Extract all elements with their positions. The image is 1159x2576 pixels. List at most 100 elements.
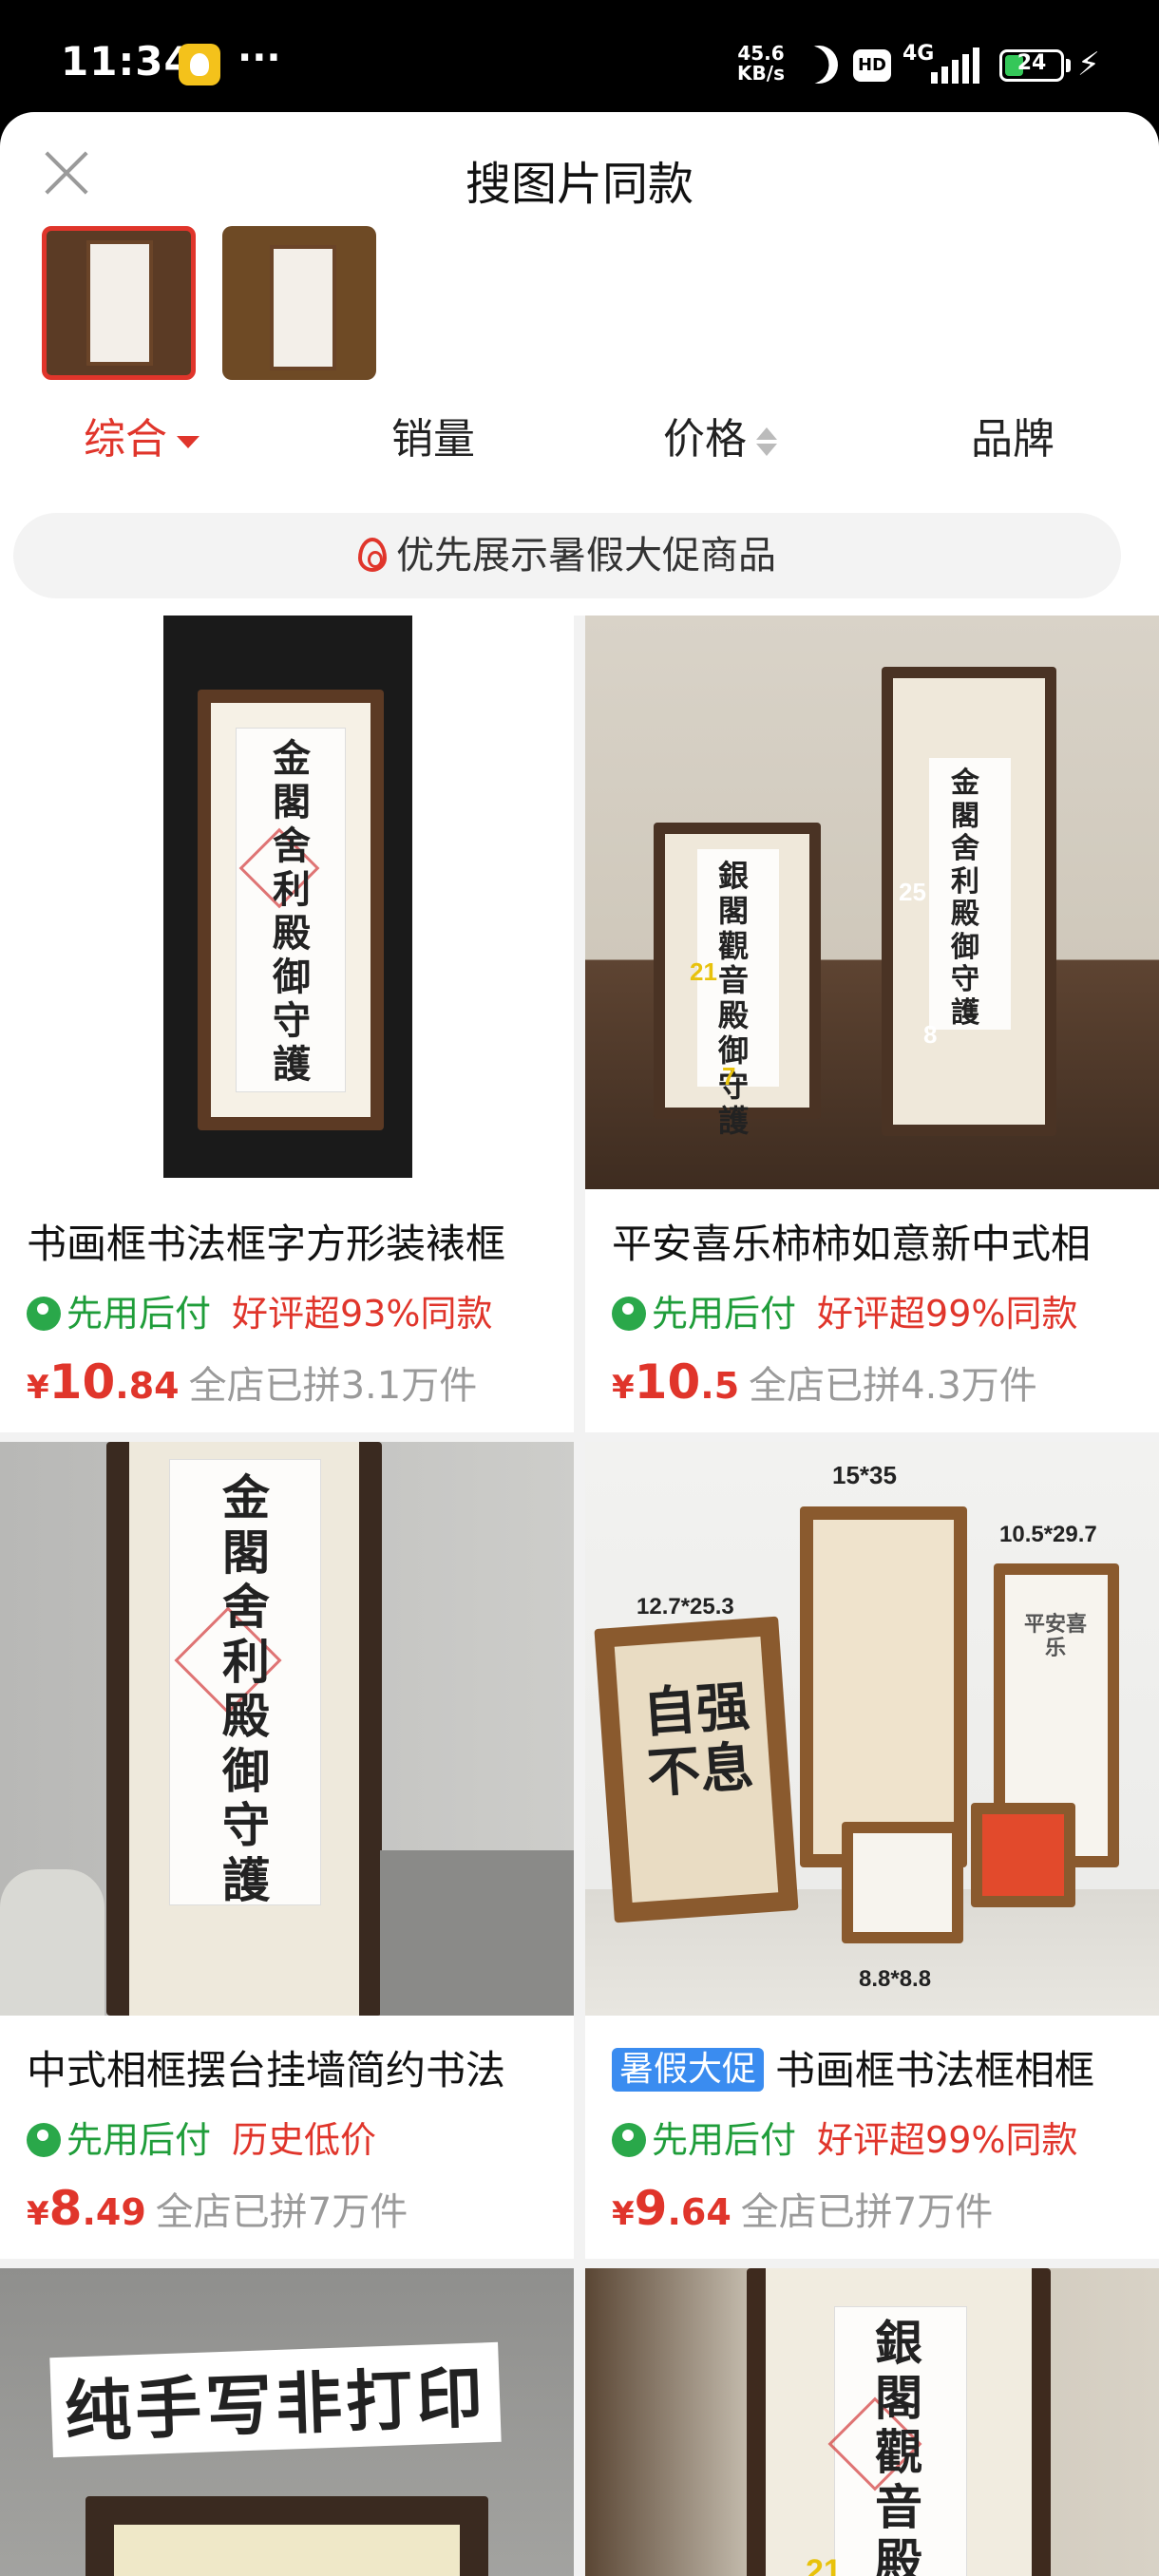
tab-label: 价格 bbox=[663, 415, 747, 464]
price-integer: 10 bbox=[48, 1354, 116, 1410]
sold-count: 全店已拼3.1万件 bbox=[188, 1364, 478, 1408]
tab-label: 销量 bbox=[391, 415, 475, 464]
pay-later-icon bbox=[612, 1297, 646, 1331]
price-integer: 10 bbox=[634, 1354, 701, 1410]
caret-down-icon bbox=[177, 435, 200, 448]
search-by-image-sheet: 搜图片同款 综合 销量 价格 品牌 优先展示暑假大促商品 金閣舍利殿御守護 书画… bbox=[0, 112, 1159, 2576]
price-row: ¥10.5 全店已拼4.3万件 bbox=[612, 1354, 1037, 1410]
price-currency: ¥ bbox=[612, 2195, 635, 2233]
frame-mat bbox=[853, 1833, 952, 1932]
size-label: 8.8*8.8 bbox=[859, 1966, 932, 1992]
badges-row: 先用后付 好评超99%同款 bbox=[612, 1292, 1077, 1335]
calligraphy-text: 金閣舍利殿御守護 bbox=[273, 736, 311, 1087]
review-badge: 好评超99%同款 bbox=[817, 1293, 1078, 1335]
summer-sale-tag: 暑假大促 bbox=[612, 2048, 765, 2092]
product-card[interactable]: 銀閣觀音殿 21 bbox=[585, 2268, 1159, 2576]
product-image: 纯手写非打印 bbox=[0, 2268, 574, 2576]
calligraphy-text: 金閣舍利殿御守護 bbox=[222, 1469, 270, 1908]
sort-bar: 综合 销量 价格 品牌 bbox=[0, 407, 1159, 473]
price-currency: ¥ bbox=[612, 1369, 635, 1407]
price-integer: 8 bbox=[48, 2181, 83, 2236]
calligraphy-text: 銀閣觀音殿御守護 bbox=[717, 858, 749, 1139]
tab-label: 综合 bbox=[84, 415, 167, 464]
product-image: 15*35 10.5*29.7 12.7*25.3 8.8*8.8 平安喜乐 自… bbox=[585, 1442, 1159, 2016]
size-label: 8 bbox=[923, 1020, 938, 1049]
pay-later-icon bbox=[27, 1297, 61, 1331]
size-label: 21 bbox=[690, 957, 717, 986]
product-card[interactable]: 金閣舍利殿御守護 中式相框摆台挂墙简约书法 先用后付 历史低价 ¥8.49 全店已拼… bbox=[0, 1442, 574, 2259]
product-card[interactable]: 纯手写非打印 bbox=[0, 2268, 574, 2576]
size-label: 21 bbox=[806, 2553, 842, 2576]
price-currency: ¥ bbox=[27, 2195, 49, 2233]
calligraphy-text: 銀閣觀音殿 bbox=[875, 2315, 922, 2576]
battery-icon: 24 bbox=[999, 49, 1064, 82]
size-label: 7 bbox=[722, 1062, 736, 1090]
flame-icon bbox=[358, 538, 387, 572]
pay-later-label: 先用后付 bbox=[66, 1293, 212, 1335]
network-speed: 45.6 KB/s bbox=[737, 42, 785, 85]
thumbnail-frame bbox=[270, 245, 336, 370]
pay-later-label: 先用后付 bbox=[66, 2119, 212, 2161]
pay-later-icon bbox=[612, 2123, 646, 2157]
product-title: 中式相框摆台挂墙简约书法 bbox=[27, 2047, 506, 2093]
overlay-text: 纯手写非打印 bbox=[49, 2341, 502, 2458]
product-title: 书画框书法框字方形装裱框 bbox=[27, 1221, 506, 1267]
price-row: ¥10.84 全店已拼3.1万件 bbox=[27, 1354, 477, 1410]
charging-icon: ⚡ bbox=[1077, 46, 1100, 84]
price-decimal: .5 bbox=[700, 1365, 740, 1407]
product-card[interactable]: 金閣舍利殿御守護 书画框书法框字方形装裱框 先用后付 好评超93%同款 ¥10.8… bbox=[0, 616, 574, 1432]
app-notification-icon bbox=[179, 44, 220, 85]
price-currency: ¥ bbox=[27, 1369, 49, 1407]
product-grid: 金閣舍利殿御守護 书画框书法框字方形装裱框 先用后付 好评超93%同款 ¥10.8… bbox=[0, 616, 1159, 2576]
size-label: 15*35 bbox=[832, 1461, 897, 1489]
hd-voice-icon: HD bbox=[853, 49, 891, 82]
product-title: 平安喜乐柿柿如意新中式相 bbox=[612, 1221, 1092, 1267]
size-label: 12.7*25.3 bbox=[636, 1594, 734, 1619]
promo-banner[interactable]: 优先展示暑假大促商品 bbox=[13, 513, 1121, 598]
tab-price[interactable]: 价格 bbox=[663, 407, 779, 473]
frame-mat bbox=[813, 1520, 954, 1854]
review-badge: 历史低价 bbox=[232, 2119, 377, 2161]
tab-brand[interactable]: 品牌 bbox=[971, 407, 1054, 473]
product-title-text: 书画框书法框相框 bbox=[775, 2047, 1095, 2093]
calligraphy-text: 金閣舍利殿御守護 bbox=[951, 767, 979, 1030]
battery-level: 24 bbox=[1016, 51, 1047, 75]
thumbnail-frame bbox=[86, 240, 153, 366]
sold-count: 全店已拼7万件 bbox=[155, 2190, 408, 2234]
product-image: 金閣舍利殿御守護 bbox=[0, 616, 574, 1189]
sold-count: 全店已拼7万件 bbox=[740, 2190, 994, 2234]
frame-mat bbox=[114, 2525, 460, 2576]
status-time: 11:34 bbox=[61, 38, 193, 85]
review-badge: 好评超99%同款 bbox=[817, 2119, 1078, 2161]
promo-label: 优先展示暑假大促商品 bbox=[396, 534, 776, 578]
price-row: ¥8.49 全店已拼7万件 bbox=[27, 2181, 408, 2236]
tab-sales[interactable]: 销量 bbox=[391, 407, 475, 473]
source-thumbnail[interactable] bbox=[222, 226, 376, 380]
product-card[interactable]: 銀閣觀音殿御守護 金閣舍利殿御守護 25 21 8 7 平安喜乐柿柿如意新中式相… bbox=[585, 616, 1159, 1432]
price-decimal: .64 bbox=[667, 2191, 732, 2233]
price-row: ¥9.64 全店已拼7万件 bbox=[612, 2181, 993, 2236]
desk-objects bbox=[380, 1850, 574, 2016]
network-type: 4G bbox=[902, 42, 935, 66]
badges-row: 先用后付 好评超99%同款 bbox=[612, 2118, 1077, 2162]
price-integer: 9 bbox=[634, 2181, 668, 2236]
size-label: 25 bbox=[899, 878, 926, 906]
product-card[interactable]: 15*35 10.5*29.7 12.7*25.3 8.8*8.8 平安喜乐 自… bbox=[585, 1442, 1159, 2259]
status-bar: 11:34 ··· 45.6 KB/s HD 4G 24 ⚡ bbox=[0, 0, 1159, 112]
size-label: 10.5*29.7 bbox=[999, 1522, 1097, 1547]
source-thumbnail-selected[interactable] bbox=[42, 226, 196, 380]
review-badge: 好评超93%同款 bbox=[232, 1293, 493, 1335]
product-title: 暑假大促 书画框书法框相框 bbox=[612, 2038, 1153, 2096]
sheet-title: 搜图片同款 bbox=[465, 158, 694, 211]
tab-label: 品牌 bbox=[971, 415, 1054, 464]
tab-comprehensive[interactable]: 综合 bbox=[84, 407, 200, 473]
battery-tip bbox=[1066, 59, 1071, 72]
do-not-disturb-icon bbox=[794, 40, 843, 88]
calligraphy-text: 平安喜乐 bbox=[1023, 1612, 1087, 1661]
more-notifications-icon: ··· bbox=[238, 36, 281, 80]
signal-icon bbox=[931, 47, 982, 84]
desk-vase bbox=[0, 1869, 104, 2016]
badges-row: 先用后付 历史低价 bbox=[27, 2118, 376, 2162]
badges-row: 先用后付 好评超93%同款 bbox=[27, 1292, 492, 1335]
product-image: 金閣舍利殿御守護 bbox=[0, 1442, 574, 2016]
